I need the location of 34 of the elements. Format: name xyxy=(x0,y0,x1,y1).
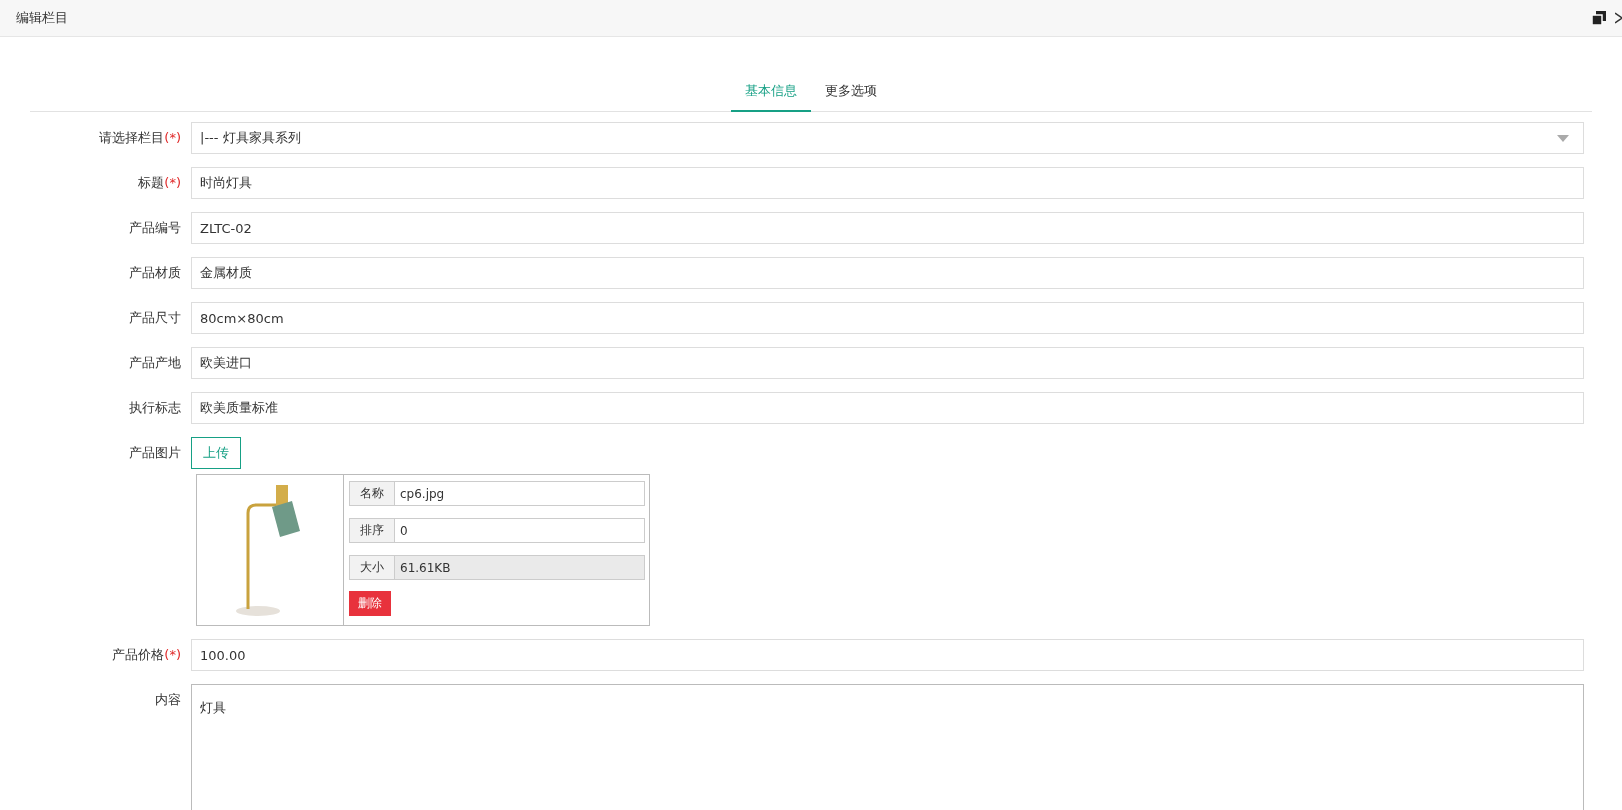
field-label: 产品产地 xyxy=(129,355,181,370)
restore-icon[interactable] xyxy=(1592,11,1606,25)
field-label: 标题 xyxy=(138,175,165,190)
meta-input[interactable]: 0 xyxy=(395,518,645,543)
tab[interactable]: 更多选项 xyxy=(811,82,891,112)
close-icon[interactable] xyxy=(1615,11,1622,25)
meta-input[interactable]: cp6.jpg xyxy=(395,481,645,506)
field-label: 请选择栏目 xyxy=(99,130,165,145)
field-label: 产品材质 xyxy=(129,265,181,280)
input-field[interactable]: ZLTC-02 xyxy=(191,212,1584,244)
window-title: 编辑栏目 xyxy=(16,9,68,27)
required-mark: (*) xyxy=(164,175,181,190)
meta-label: 排序 xyxy=(349,518,395,543)
meta-input[interactable]: 61.61KB xyxy=(395,555,645,580)
input-field[interactable]: 欧美质量标准 xyxy=(191,392,1584,424)
content-editor[interactable]: 灯具 xyxy=(191,684,1584,810)
category-select[interactable]: |--- 灯具家具系列 xyxy=(191,122,1584,154)
meta-label: 名称 xyxy=(349,481,395,506)
required-mark: (*) xyxy=(164,130,181,145)
delete-button[interactable]: 删除 xyxy=(349,591,391,616)
field-label: 产品价格 xyxy=(112,647,165,662)
input-field[interactable]: 欧美进口 xyxy=(191,347,1584,379)
input-field[interactable]: 80cm×80cm xyxy=(191,302,1584,334)
meta-label: 大小 xyxy=(349,555,395,580)
required-mark: (*) xyxy=(164,647,181,662)
dropdown-caret-icon xyxy=(1557,134,1569,142)
field-label: 内容 xyxy=(155,692,181,707)
input-field[interactable]: 金属材质 xyxy=(191,257,1584,289)
field-label: 产品尺寸 xyxy=(129,310,181,325)
input-field[interactable]: 100.00 xyxy=(191,639,1584,671)
field-label: 执行标志 xyxy=(129,400,181,415)
field-label: 产品图片 xyxy=(129,445,181,460)
input-field[interactable]: 时尚灯具 xyxy=(191,167,1584,199)
field-label: 产品编号 xyxy=(129,220,181,235)
